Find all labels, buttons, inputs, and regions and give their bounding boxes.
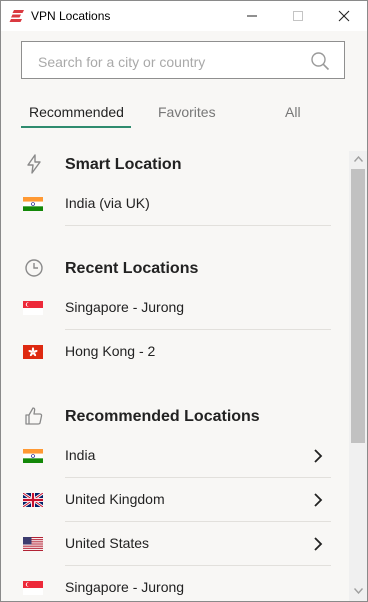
section-title-recent: Recent Locations xyxy=(65,260,199,277)
close-icon xyxy=(338,10,350,22)
lightning-icon xyxy=(27,154,41,174)
usa-flag-icon xyxy=(23,537,43,551)
location-row[interactable]: India xyxy=(1,434,349,478)
active-tab-indicator xyxy=(21,126,131,128)
tab-recommended[interactable]: Recommended xyxy=(29,104,124,120)
window-title: VPN Locations xyxy=(31,9,111,23)
arrow-up-icon xyxy=(353,156,363,162)
minimize-icon xyxy=(247,15,257,17)
location-row[interactable]: Singapore - Jurong xyxy=(1,566,349,601)
vpn-locations-window: VPN Locations Recommended Favorites All … xyxy=(0,0,368,602)
section-title-smart: Smart Location xyxy=(65,156,182,173)
location-row[interactable]: Hong Kong - 2 xyxy=(1,330,349,374)
maximize-icon xyxy=(293,11,303,21)
singapore-flag-icon xyxy=(23,581,43,595)
tab-all[interactable]: All xyxy=(285,104,301,120)
search-icon[interactable] xyxy=(310,51,330,71)
location-name: India (via UK) xyxy=(65,195,150,211)
india-flag-icon xyxy=(23,449,43,463)
close-button[interactable] xyxy=(321,1,367,31)
search-box[interactable] xyxy=(21,41,345,79)
location-name: India xyxy=(65,447,96,463)
chevron-right-icon[interactable] xyxy=(311,491,325,509)
location-row[interactable]: United Kingdom xyxy=(1,478,349,522)
location-row[interactable]: Singapore - Jurong xyxy=(1,286,349,330)
search-input[interactable] xyxy=(36,51,310,73)
title-bar[interactable]: VPN Locations xyxy=(1,1,367,31)
maximize-button xyxy=(275,1,321,31)
thumbs-up-icon xyxy=(25,407,43,425)
uk-flag-icon xyxy=(23,493,43,507)
location-row[interactable]: India (via UK) xyxy=(1,182,349,226)
arrow-down-icon xyxy=(353,588,363,594)
locations-list: Smart Location India (via UK) Recent Loc… xyxy=(1,143,349,601)
clock-icon xyxy=(25,259,43,277)
minimize-button[interactable] xyxy=(229,1,275,31)
india-flag-icon xyxy=(23,197,43,211)
chevron-right-icon[interactable] xyxy=(311,447,325,465)
chevron-right-icon[interactable] xyxy=(311,535,325,553)
scrollbar-thumb[interactable] xyxy=(351,169,365,443)
section-title-recommended: Recommended Locations xyxy=(65,408,260,425)
location-name: Singapore - Jurong xyxy=(65,299,185,315)
divider xyxy=(65,225,331,226)
scroll-down-button[interactable] xyxy=(349,583,367,599)
scrollbar[interactable] xyxy=(349,151,367,601)
scroll-up-button[interactable] xyxy=(349,151,367,167)
singapore-flag-icon xyxy=(23,301,43,315)
hong-kong-flag-icon xyxy=(23,345,43,359)
expressvpn-logo-icon xyxy=(9,10,24,22)
location-name: Hong Kong - 2 xyxy=(65,343,156,359)
location-name: Singapore - Jurong xyxy=(65,579,185,595)
location-name: United Kingdom xyxy=(65,491,165,507)
location-name: United States xyxy=(65,535,150,551)
location-row[interactable]: United States xyxy=(1,522,349,566)
tab-favorites[interactable]: Favorites xyxy=(158,104,216,120)
